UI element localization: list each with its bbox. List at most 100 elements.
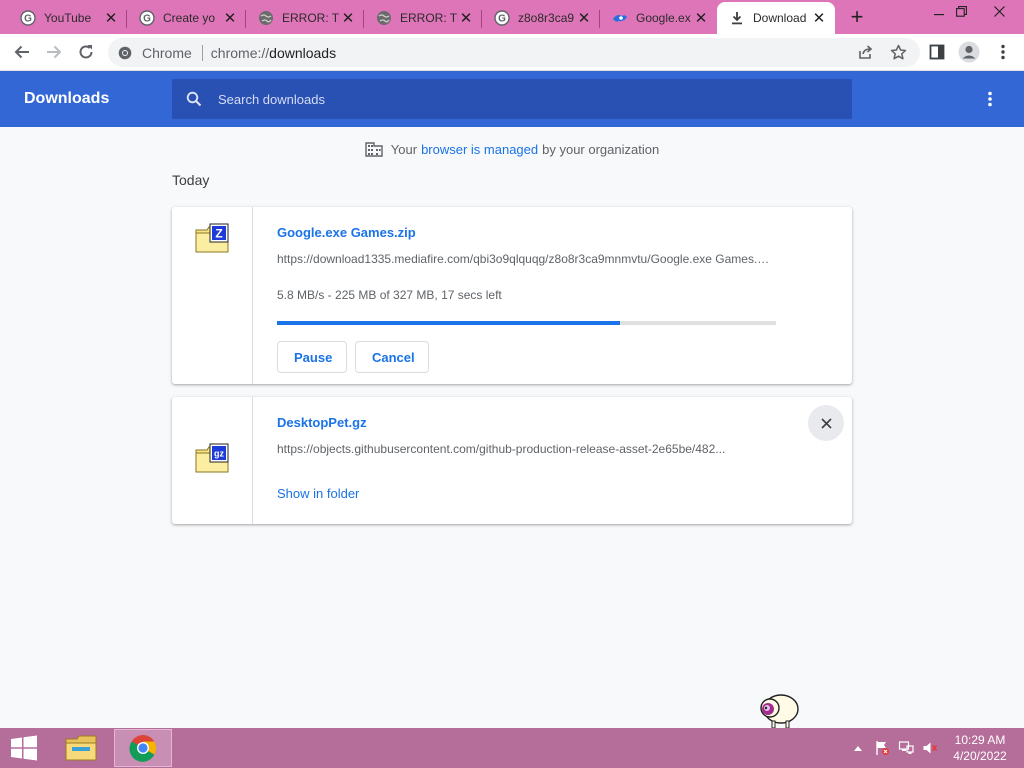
managed-link[interactable]: browser is managed xyxy=(421,142,538,157)
share-icon[interactable] xyxy=(853,39,879,65)
globe-icon xyxy=(376,10,392,26)
site-label: Chrome xyxy=(142,44,192,61)
tab-strip: G YouTube ✕ G Create yo ✕ ERROR: Th ✕ ER… xyxy=(0,0,1024,34)
tab-title: ERROR: Th xyxy=(400,11,458,25)
tab-close-icon[interactable]: ✕ xyxy=(222,10,238,27)
file-url: https://objects.githubusercontent.com/gi… xyxy=(277,442,726,456)
reload-button[interactable] xyxy=(72,38,100,66)
new-tab-button[interactable]: + xyxy=(845,4,869,29)
chrome-menu-icon[interactable] xyxy=(990,39,1016,65)
url-path: downloads xyxy=(269,44,337,61)
building-icon xyxy=(365,141,383,157)
tab-error-1[interactable]: ERROR: Th ✕ xyxy=(246,2,364,34)
file-icon-letter: gz xyxy=(214,449,224,459)
svg-text:G: G xyxy=(498,14,506,25)
google-icon: G xyxy=(20,10,36,26)
download-item-google-exe: Z Google.exe Games.zip https://download1… xyxy=(172,207,852,384)
pause-button[interactable]: Pause xyxy=(277,341,347,373)
tab-close-icon[interactable]: ✕ xyxy=(458,10,474,27)
download-icon xyxy=(729,10,745,26)
windows-logo-icon xyxy=(11,735,37,761)
download-status: 5.8 MB/s - 225 MB of 327 MB, 17 secs lef… xyxy=(277,288,502,302)
arrow-left-icon xyxy=(14,45,29,59)
tab-title: YouTube xyxy=(44,11,92,25)
desktop-pet-sheep[interactable] xyxy=(756,688,800,730)
download-progress-bar xyxy=(277,321,776,325)
tab-close-icon[interactable]: ✕ xyxy=(811,10,827,27)
svg-text:G: G xyxy=(24,14,32,25)
chrome-icon xyxy=(129,735,157,762)
start-button[interactable] xyxy=(0,728,48,768)
profile-avatar-icon[interactable] xyxy=(956,39,982,65)
omnibox-divider xyxy=(201,44,203,61)
remove-from-list-button[interactable] xyxy=(808,405,844,441)
chrome-logo-icon xyxy=(118,46,132,59)
side-panel-icon[interactable] xyxy=(924,39,950,65)
show-hidden-icons-icon[interactable] xyxy=(849,740,867,756)
address-bar[interactable]: Chrome chrome://downloads xyxy=(108,38,920,67)
search-box[interactable] xyxy=(172,79,852,119)
google-icon: G xyxy=(139,10,155,26)
tab-title: z8o8r3ca9 xyxy=(518,11,575,25)
clock-date: 4/20/2022 xyxy=(953,749,1007,763)
taskbar-chrome[interactable] xyxy=(114,729,172,767)
browser-toolbar: Chrome chrome://downloads xyxy=(0,34,1024,71)
tab-title: Download xyxy=(753,11,807,25)
action-center-flag-icon[interactable] xyxy=(873,740,891,756)
download-item-desktoppet: gz DesktopPet.gz https://objects.githubu… xyxy=(172,397,852,524)
close-window-icon[interactable] xyxy=(982,0,1016,22)
restore-icon[interactable] xyxy=(944,0,978,22)
forward-button[interactable] xyxy=(40,38,68,66)
globe-icon xyxy=(258,10,274,26)
close-icon xyxy=(820,417,832,429)
file-name-link[interactable]: DesktopPet.gz xyxy=(277,415,367,430)
network-icon[interactable] xyxy=(897,740,915,756)
arrow-right-icon xyxy=(47,45,62,59)
windows-taskbar: 10:29 AM 4/20/2022 xyxy=(0,728,1024,768)
tab-google-exe[interactable]: Google.ex ✕ xyxy=(600,2,717,34)
tab-close-icon[interactable]: ✕ xyxy=(576,10,592,27)
file-name-link[interactable]: Google.exe Games.zip xyxy=(277,225,416,240)
search-input[interactable] xyxy=(218,91,818,107)
tab-title: Google.ex xyxy=(636,11,691,25)
back-button[interactable] xyxy=(8,38,36,66)
reload-icon xyxy=(79,45,93,59)
tab-title: ERROR: Th xyxy=(282,11,340,25)
tab-close-icon[interactable]: ✕ xyxy=(693,10,709,27)
page-title: Downloads xyxy=(24,90,110,107)
tab-z8o8r3ca9[interactable]: G z8o8r3ca9 ✕ xyxy=(482,2,600,34)
clock-time: 10:29 AM xyxy=(954,733,1006,747)
gz-file-icon: gz xyxy=(195,443,229,473)
taskbar-file-explorer[interactable] xyxy=(52,729,110,767)
tab-create[interactable]: G Create yo ✕ xyxy=(127,2,246,34)
url-prefix: chrome:// xyxy=(210,44,270,61)
show-in-folder-link[interactable]: Show in folder xyxy=(277,486,359,501)
tab-error-2[interactable]: ERROR: Th ✕ xyxy=(364,2,482,34)
url-text: chrome://downloads xyxy=(211,45,336,61)
managed-text-after: by your organization xyxy=(542,141,660,157)
tab-close-icon[interactable]: ✕ xyxy=(103,10,119,27)
zip-file-icon: Z xyxy=(195,223,229,253)
file-icon-column: gz xyxy=(172,397,253,524)
folder-icon xyxy=(65,735,97,761)
mediafire-icon xyxy=(612,10,628,26)
tab-downloads[interactable]: Download ✕ xyxy=(717,2,835,34)
more-actions-icon[interactable] xyxy=(978,87,1002,111)
date-section-label: Today xyxy=(172,172,210,188)
managed-text-before: Your xyxy=(390,141,418,157)
system-clock[interactable]: 10:29 AM 4/20/2022 xyxy=(948,732,1012,764)
file-icon-column: Z xyxy=(172,207,253,384)
file-icon-letter: Z xyxy=(215,227,222,241)
tab-title: Create yo xyxy=(163,11,216,25)
google-icon: G xyxy=(494,10,510,26)
bookmark-star-icon[interactable] xyxy=(885,39,911,65)
tab-close-icon[interactable]: ✕ xyxy=(340,10,356,27)
downloads-header: Downloads xyxy=(0,71,1024,127)
svg-text:G: G xyxy=(143,14,151,25)
cancel-button[interactable]: Cancel xyxy=(355,341,429,373)
download-progress-fill xyxy=(277,321,621,325)
tab-youtube[interactable]: G YouTube ✕ xyxy=(0,2,127,34)
search-icon xyxy=(186,91,202,107)
file-url: https://download1335.mediafire.com/qbi3o… xyxy=(277,252,772,266)
volume-muted-icon[interactable] xyxy=(921,740,939,756)
